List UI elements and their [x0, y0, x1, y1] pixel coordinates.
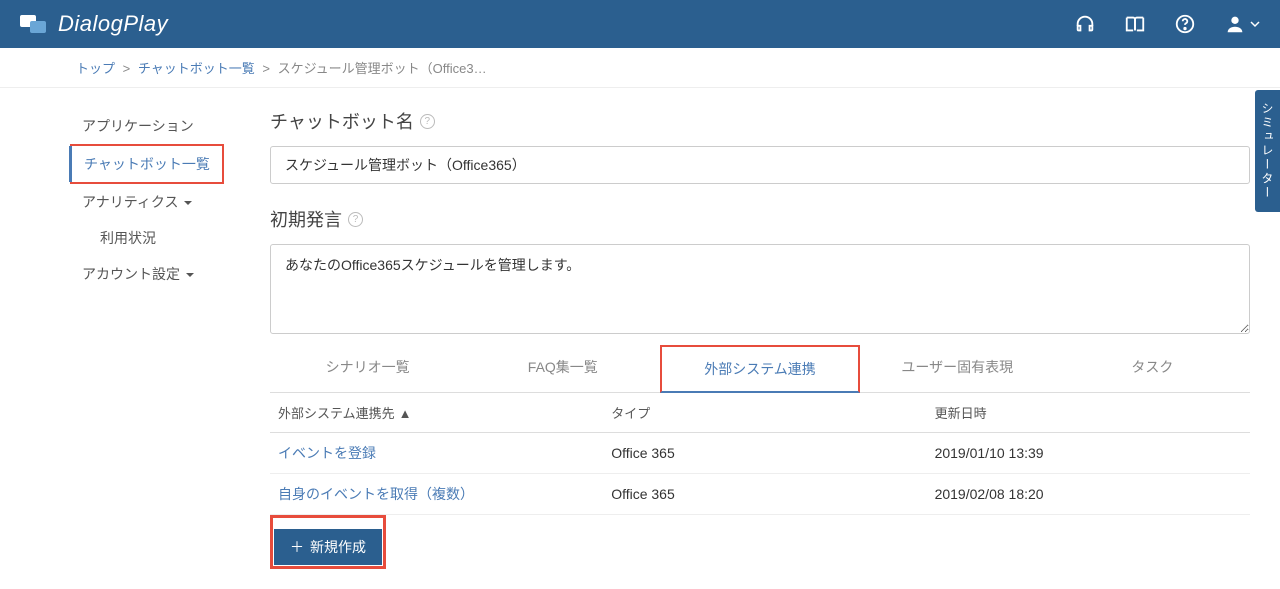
row-updated: 2019/02/08 18:20 — [927, 474, 1250, 515]
th-label: 外部システム連携先 — [278, 406, 395, 421]
breadcrumb-sep: > — [262, 61, 270, 76]
chatbot-name-input[interactable] — [270, 146, 1250, 184]
row-destination-link[interactable]: 自身のイベントを取得（複数） — [270, 474, 603, 515]
row-destination-link[interactable]: イベントを登録 — [270, 433, 603, 474]
header-right — [1074, 13, 1260, 35]
sort-up-icon: ▲ — [399, 406, 412, 421]
help-icon[interactable] — [1174, 13, 1196, 35]
sidebar-item-application[interactable]: アプリケーション — [70, 108, 230, 144]
sidebar-item-chatbot-list[interactable]: チャットボット一覧 — [69, 146, 222, 182]
row-updated: 2019/01/10 13:39 — [927, 433, 1250, 474]
highlight-box: ＋ 新規作成 — [270, 515, 386, 569]
main-content: チャットボット名 ? 初期発言 ? シナリオ一覧 FAQ集一覧 外部システム連携… — [230, 108, 1250, 569]
simulator-side-tab[interactable]: シミュレーター — [1255, 90, 1280, 212]
breadcrumb-current: スケジュール管理ボット（Office3… — [278, 61, 487, 76]
caret-down-icon — [184, 266, 194, 282]
headphones-icon[interactable] — [1074, 13, 1096, 35]
sidebar-item-usage[interactable]: 利用状況 — [70, 220, 230, 256]
tab-scenarios[interactable]: シナリオ一覧 — [270, 345, 465, 392]
table-row: イベントを登録 Office 365 2019/01/10 13:39 — [270, 433, 1250, 474]
logo-icon — [20, 13, 48, 35]
breadcrumb: トップ > チャットボット一覧 > スケジュール管理ボット（Office3… — [0, 48, 1280, 88]
sidebar-item-label: アカウント設定 — [82, 264, 180, 284]
help-circle-icon[interactable]: ? — [420, 114, 435, 129]
breadcrumb-sep: > — [123, 61, 131, 76]
create-button[interactable]: ＋ 新規作成 — [274, 529, 382, 565]
book-icon[interactable] — [1124, 13, 1146, 35]
tab-faq[interactable]: FAQ集一覧 — [465, 345, 660, 392]
th-type[interactable]: タイプ — [603, 393, 926, 433]
sidebar: アプリケーション チャットボット一覧 アナリティクス 利用状況 アカウント設定 — [0, 108, 230, 569]
th-destination[interactable]: 外部システム連携先 ▲ — [270, 393, 603, 433]
chatbot-name-label: チャットボット名 ? — [270, 108, 1250, 134]
tab-user-expressions[interactable]: ユーザー固有表現 — [860, 345, 1055, 392]
initial-utterance-label: 初期発言 ? — [270, 206, 1250, 232]
external-system-table: 外部システム連携先 ▲ タイプ 更新日時 イベントを登録 Office 365 2… — [270, 393, 1250, 515]
tabs: シナリオ一覧 FAQ集一覧 外部システム連携 ユーザー固有表現 タスク — [270, 345, 1250, 393]
row-type: Office 365 — [603, 474, 926, 515]
button-label: 新規作成 — [310, 537, 366, 557]
tab-task[interactable]: タスク — [1055, 345, 1250, 392]
help-circle-icon[interactable]: ? — [348, 212, 363, 227]
label-text: チャットボット名 — [270, 108, 414, 134]
caret-down-icon — [182, 194, 192, 210]
table-row: 自身のイベントを取得（複数） Office 365 2019/02/08 18:… — [270, 474, 1250, 515]
plus-icon: ＋ — [290, 537, 304, 557]
sidebar-item-label: アナリティクス — [82, 192, 178, 212]
brand-name: DialogPlay — [58, 11, 168, 37]
breadcrumb-chatbot-list[interactable]: チャットボット一覧 — [138, 61, 255, 76]
highlight-box: チャットボット一覧 — [70, 144, 224, 184]
tab-external-system[interactable]: 外部システム連携 — [660, 345, 859, 393]
header-left: DialogPlay — [20, 11, 168, 37]
label-text: 初期発言 — [270, 206, 342, 232]
user-menu[interactable] — [1224, 13, 1260, 35]
th-updated[interactable]: 更新日時 — [927, 393, 1250, 433]
sidebar-item-account-settings[interactable]: アカウント設定 — [70, 256, 230, 292]
breadcrumb-top[interactable]: トップ — [76, 61, 115, 76]
row-type: Office 365 — [603, 433, 926, 474]
initial-utterance-textarea[interactable] — [270, 244, 1250, 334]
app-header: DialogPlay — [0, 0, 1280, 48]
sidebar-item-analytics[interactable]: アナリティクス — [70, 184, 230, 220]
